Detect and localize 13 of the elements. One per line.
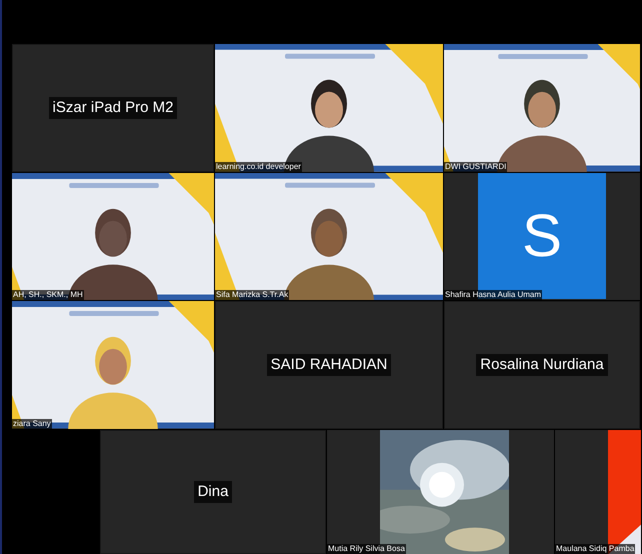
participant-name: learning.co.id developer [215, 162, 302, 172]
participant-name: DWI GUSTIARDI [444, 162, 508, 172]
participant-name: SAID RAHADIAN [266, 354, 392, 376]
participant-name: Mutia Rily Silvia Bosa [327, 544, 406, 554]
participant-name: AH, SH., SKM., MH [12, 290, 84, 300]
participant-name: Shafira Hasna Aulia Umam [444, 290, 542, 300]
participant-name: ziara Sany [12, 418, 52, 428]
participant-name: Dina [194, 480, 232, 503]
participant-name: iSzar iPad Pro M2 [48, 96, 178, 119]
avatar-initial: S [522, 206, 562, 266]
participant-name: Sifa Marizka S.Tr.Ak [215, 290, 290, 300]
participant-name: Maulana Sidiq Pamba [555, 544, 636, 554]
participant-name: Rosalina Nurdiana [476, 354, 608, 376]
